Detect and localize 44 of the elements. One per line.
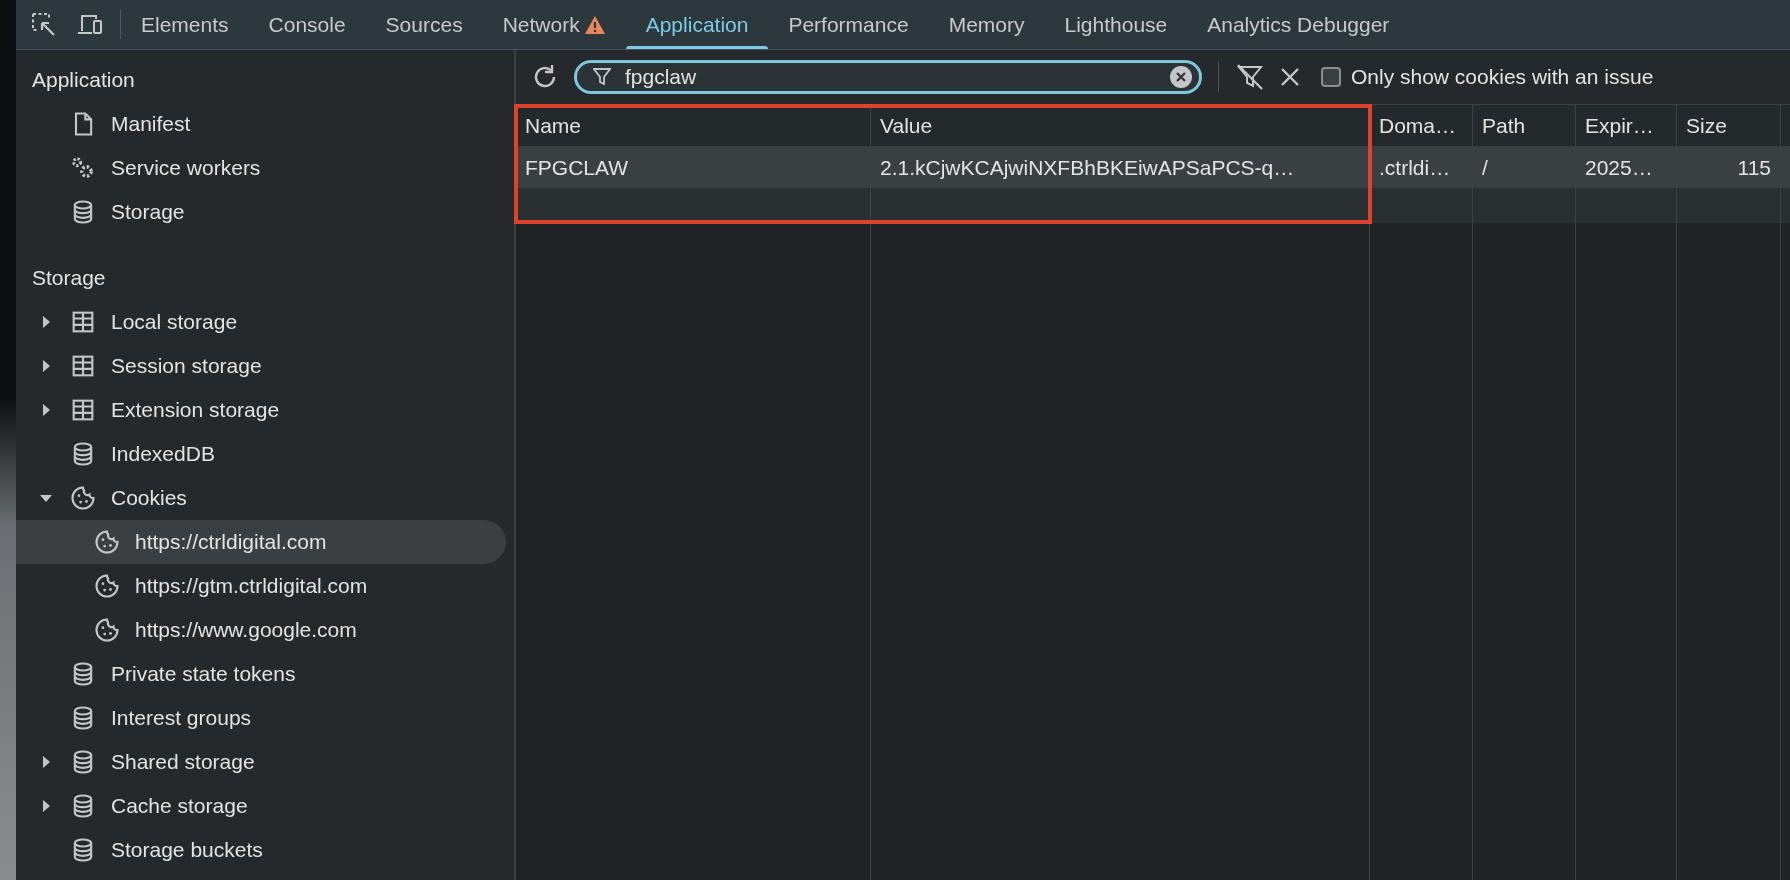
cookie-icon — [69, 484, 97, 512]
panel-tab[interactable]: Application — [625, 0, 769, 49]
cookie-icon — [93, 616, 121, 644]
sidebar-item[interactable]: https://ctrldigital.com — [16, 520, 506, 564]
sidebar-item[interactable]: Manifest — [16, 102, 506, 146]
sidebar-item[interactable]: Session storage — [16, 344, 506, 388]
sidebar-item[interactable]: Cache storage — [16, 784, 506, 828]
column-header[interactable]: Size — [1677, 105, 1781, 146]
panel-tab[interactable]: Lighthouse — [1044, 0, 1188, 49]
clear-icon[interactable] — [1169, 65, 1193, 89]
sidebar-item[interactable]: Storage — [16, 190, 506, 234]
checkbox-label[interactable]: Only show cookies with an issue — [1351, 65, 1654, 89]
sidebar-item[interactable]: IndexedDB — [16, 432, 506, 476]
cookie-icon — [93, 528, 121, 556]
sidebar-item[interactable]: Shared storage — [16, 740, 506, 784]
panel-tab[interactable]: Analytics Debugger — [1187, 0, 1410, 49]
column-header[interactable]: Name — [516, 105, 871, 146]
sidebar-item[interactable]: Interest groups — [16, 696, 506, 740]
column-header[interactable]: Path — [1473, 105, 1576, 146]
panel-tab[interactable]: Performance — [768, 0, 929, 49]
section-title: Storage — [31, 265, 107, 291]
panel-tab[interactable]: Network — [482, 0, 626, 49]
section-title: Application — [31, 67, 136, 93]
table-row[interactable]: FPGCLAW 2.1.kCjwKCAjwiNXFBhBKEiwAPSaPCS-q… .ctrldi… / 2025… 115 — [516, 147, 1790, 188]
sidebar-item[interactable]: Private state tokens — [16, 652, 506, 696]
panel-tab[interactable]: Console — [248, 0, 366, 49]
filter-field[interactable]: fpgclaw — [574, 60, 1202, 94]
sidebar-item[interactable]: Cookies — [16, 476, 506, 520]
column-header[interactable]: Doma… — [1370, 105, 1473, 146]
checkbox[interactable] — [1321, 67, 1341, 87]
sidebar-item[interactable]: Storage buckets — [16, 828, 506, 872]
sidebar-item[interactable]: https://gtm.ctrldigital.com — [16, 564, 506, 608]
panel-tab[interactable]: Memory — [928, 0, 1045, 49]
panel-tab[interactable]: Elements — [121, 0, 249, 49]
clear-filter-icon[interactable] — [1235, 62, 1265, 92]
sidebar-item[interactable]: Local storage — [16, 300, 506, 344]
sidebar-item[interactable]: Service workers — [16, 146, 506, 190]
column-header[interactable]: Value — [871, 105, 1370, 146]
panel-tab[interactable]: Sources — [365, 0, 483, 49]
filter-icon — [593, 67, 611, 87]
cookie-icon — [93, 572, 121, 600]
sidebar-item[interactable]: Extension storage — [16, 388, 506, 432]
sidebar-item[interactable]: https://www.google.com — [16, 608, 506, 652]
column-header[interactable]: Expir… — [1576, 105, 1677, 146]
